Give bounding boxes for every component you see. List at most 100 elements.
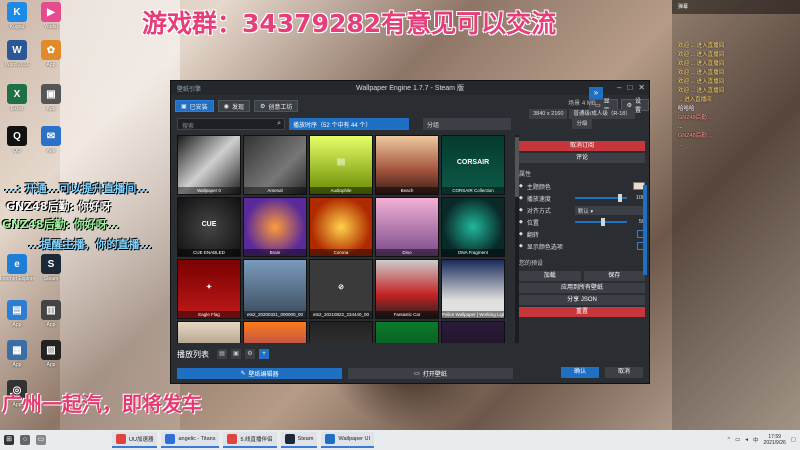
- desktop-icon[interactable]: ✉ App: [34, 126, 68, 154]
- taskbar-app[interactable]: UU加速器: [112, 432, 158, 448]
- taskbar-app[interactable]: Steam: [280, 432, 318, 448]
- filter-dropdown[interactable]: 分组: [423, 118, 511, 130]
- tile-art-text: ✦: [206, 284, 212, 292]
- taskbar-app-label: 5.线直播伴侣: [240, 437, 273, 443]
- wallpaper-tile[interactable]: [309, 321, 373, 343]
- wallpaper-tile[interactable]: [243, 321, 307, 343]
- app-label: 壁纸引擎: [177, 87, 202, 93]
- start-icon[interactable]: ⊞: [4, 435, 14, 445]
- property-row: ◆ 显示颜色选项: [519, 240, 645, 252]
- desktop-icon[interactable]: ✿ App: [34, 40, 68, 68]
- apply-all-button[interactable]: 应用到所有壁纸: [519, 283, 645, 293]
- tab-installed[interactable]: ▣ 已安装: [175, 100, 214, 112]
- app-icon: ✿: [41, 40, 61, 60]
- reset-button[interactable]: 重置: [519, 307, 645, 317]
- property-slider[interactable]: [574, 194, 627, 202]
- tab-discover[interactable]: ◉ 发现: [217, 100, 250, 112]
- wrench-icon: ✎: [240, 371, 246, 377]
- sort-dropdown[interactable]: 播放时序（52 个中有 44 个）: [289, 118, 409, 130]
- chat-header: 弹幕: [672, 0, 800, 14]
- wallpaper-tile[interactable]: Arsenal: [243, 135, 307, 195]
- chat-message: 哈哈哈: [678, 106, 695, 112]
- wallpaper-tile[interactable]: DNA Fragment: [441, 197, 505, 257]
- desktop-icon[interactable]: K Kugou: [0, 2, 34, 30]
- desktop-icon-label: App: [46, 362, 56, 368]
- property-select[interactable]: 默认 ▾: [574, 205, 645, 215]
- search-input[interactable]: 搜索 ⌕: [177, 118, 285, 130]
- wallpaper-tile[interactable]: ✦ Eagle Flag: [177, 259, 241, 319]
- wallpaper-tile[interactable]: CUE CUE ENABLED: [177, 197, 241, 257]
- cancel-button[interactable]: 取消: [605, 367, 643, 378]
- desktop-icon[interactable]: e Internet Explorer: [0, 254, 34, 282]
- ok-button[interactable]: 确认: [561, 367, 599, 378]
- tab-workshop[interactable]: ⚙ 创意工坊: [253, 100, 299, 112]
- collapse-panel-button[interactable]: »: [589, 87, 603, 99]
- desktop-icon[interactable]: ▣ App: [34, 84, 68, 112]
- playlist-save-icon[interactable]: ▣: [231, 349, 241, 359]
- desktop-icon[interactable]: ▤ App: [0, 300, 34, 328]
- tile-caption: Corona: [310, 249, 372, 256]
- comment-button[interactable]: 评论: [519, 153, 645, 163]
- wallpaper-tile[interactable]: [177, 321, 241, 343]
- wallpaper-tile[interactable]: ⊘ ets2_20210822_234440_00: [309, 259, 373, 319]
- window-titlebar[interactable]: 壁纸引擎 Wallpaper Engine 1.7.7 - Steam 版 – …: [171, 81, 649, 95]
- wallpaper-tags: 3840 x 2160 普通级/成人级（R-18） 分级: [519, 109, 645, 129]
- wallpaper-tile[interactable]: [441, 321, 505, 343]
- share-json-button[interactable]: 分享 JSON: [519, 295, 645, 305]
- desktop-icon-label: Kugou: [9, 24, 25, 30]
- slider-knob[interactable]: [600, 218, 605, 226]
- wallpaper-tile[interactable]: Dino: [375, 197, 439, 257]
- wallpaper-editor-button[interactable]: ✎ 壁纸编辑器: [177, 368, 342, 379]
- wallpaper-tile[interactable]: ets2_20200321_000000_00: [243, 259, 307, 319]
- network-icon[interactable]: ▭: [735, 437, 740, 443]
- taskbar-app[interactable]: 5.线直播伴侣: [223, 432, 277, 448]
- close-icon[interactable]: ✕: [638, 83, 645, 92]
- clock[interactable]: 17:59 2021/9/26: [764, 434, 786, 446]
- save-preset-button[interactable]: 保存: [583, 271, 645, 281]
- tile-caption: Eagle Flag: [178, 311, 240, 318]
- load-preset-button[interactable]: 加载: [519, 271, 581, 281]
- minimize-icon[interactable]: –: [617, 83, 621, 92]
- wallpaper-engine-window: 壁纸引擎 Wallpaper Engine 1.7.7 - Steam 版 – …: [170, 80, 650, 384]
- desktop-icon[interactable]: ▥ App: [34, 300, 68, 328]
- wallpaper-tile[interactable]: Wallpaper 0: [177, 135, 241, 195]
- desktop-icon[interactable]: ▦ App: [0, 340, 34, 368]
- wallpaper-tile[interactable]: |||| Audiophile: [309, 135, 373, 195]
- wallpaper-tile[interactable]: Beach: [375, 135, 439, 195]
- open-wallpaper-button[interactable]: ▭ 打开壁纸: [348, 368, 513, 379]
- desktop-icon[interactable]: ▶ Youku: [34, 2, 68, 30]
- playlist-add-icon[interactable]: +: [259, 349, 269, 359]
- desktop-icon[interactable]: W Word 2016: [0, 40, 34, 68]
- desktop-icon-label: Internet Explorer: [0, 276, 34, 282]
- ime-icon[interactable]: 中: [753, 436, 759, 444]
- wallpaper-tile[interactable]: Corona: [309, 197, 373, 257]
- maximize-icon[interactable]: □: [627, 83, 632, 92]
- desktop-icon[interactable]: X Excel: [0, 84, 34, 112]
- wallpaper-tile[interactable]: [375, 321, 439, 343]
- property-label: 主题颜色: [526, 184, 551, 191]
- playlist-settings-icon[interactable]: ⚙: [245, 349, 255, 359]
- property-slider[interactable]: [574, 218, 627, 226]
- wallpaper-tile[interactable]: CORSAIR CORSAIR Collection: [441, 135, 505, 195]
- notification-icon[interactable]: ▢: [791, 437, 796, 443]
- chevron-up-icon[interactable]: ^: [727, 437, 730, 443]
- property-row: ◆ 主题颜色: [519, 180, 645, 192]
- taskview-icon[interactable]: ▭: [36, 435, 46, 445]
- slider-knob[interactable]: [617, 194, 622, 202]
- playlist-load-icon[interactable]: ▤: [217, 349, 227, 359]
- desktop-icon[interactable]: S Steam: [34, 254, 68, 282]
- wallpaper-tile[interactable]: Brain: [243, 197, 307, 257]
- properties-scrollbar[interactable]: [643, 185, 647, 275]
- chat-message: 欢迎 ... 进入直播间: [678, 61, 725, 67]
- wallpaper-tile[interactable]: Fantastic Car: [375, 259, 439, 319]
- taskbar-app[interactable]: Wallpaper UI: [321, 432, 375, 448]
- chat-message: 欢迎 ... 进入直播间: [678, 70, 725, 76]
- volume-icon[interactable]: ◂: [745, 437, 748, 443]
- taskbar-app[interactable]: angelic - Titans: [161, 432, 220, 448]
- property-icon: ◆: [519, 195, 523, 201]
- search-icon[interactable]: ○: [20, 435, 30, 445]
- desktop-icon[interactable]: ▧ App: [34, 340, 68, 368]
- wallpaper-tile[interactable]: Police Wallpaper | Working Lights: [441, 259, 505, 319]
- desktop-icon[interactable]: Q QQ: [0, 126, 34, 154]
- unsubscribe-button[interactable]: 取消订阅: [519, 141, 645, 151]
